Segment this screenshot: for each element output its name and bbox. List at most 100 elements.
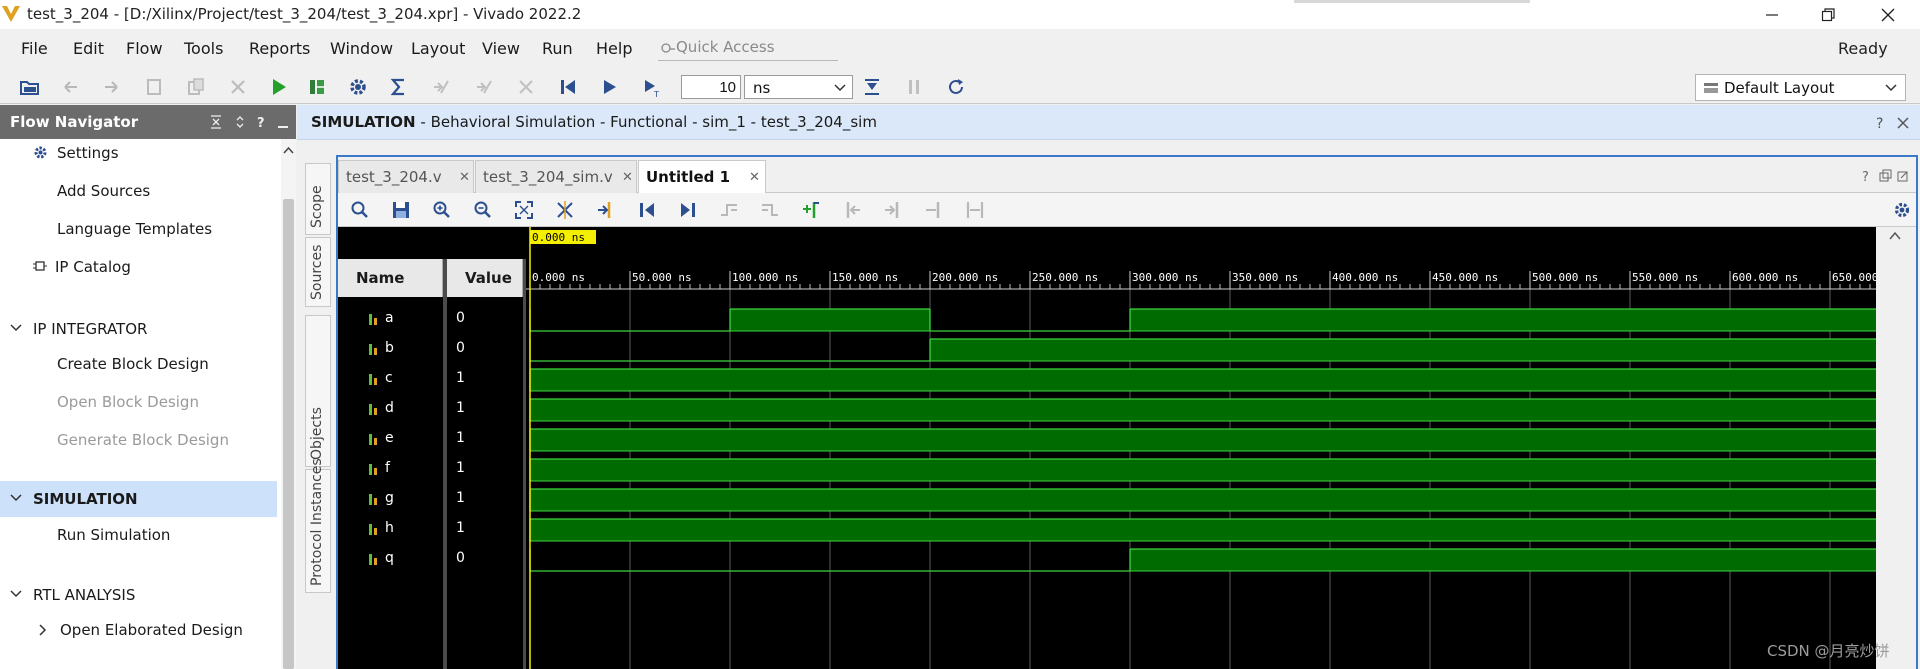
undo-button[interactable] (58, 75, 82, 99)
menu-help[interactable]: Help (596, 39, 632, 58)
zoom-out-button[interactable] (472, 199, 494, 221)
minimize-button[interactable] (1746, 0, 1798, 29)
open-project-button[interactable] (18, 75, 42, 99)
nav-section-ip-integrator[interactable]: IP INTEGRATOR (0, 320, 270, 342)
menu-edit[interactable]: Edit (73, 39, 104, 58)
swap-cursors-button[interactable] (923, 199, 945, 221)
restore-button[interactable] (1802, 0, 1854, 29)
signal-row[interactable]: g1 (338, 485, 523, 515)
signal-row[interactable]: e1 (338, 425, 523, 455)
waveform-plot[interactable]: 0.000 ns 0.000 ns 50.000 ns 100.000 ns 150.0… (526, 227, 1916, 669)
scroll-up-icon[interactable] (283, 146, 294, 154)
window-controls-icons[interactable]: ? (1860, 169, 1910, 185)
menu-layout[interactable]: Layout (411, 39, 465, 58)
nav-open-elaborated-design[interactable]: Open Elaborated Design (60, 621, 243, 639)
restart-simulation-button[interactable] (556, 75, 580, 99)
copy-button[interactable] (142, 75, 166, 99)
disabled-tool-button-3[interactable] (514, 75, 538, 99)
menu-reports[interactable]: Reports (249, 39, 310, 58)
expand-all-icon[interactable] (234, 115, 246, 129)
time-tick-label: 100.000 ns (732, 271, 798, 284)
quick-access-search[interactable]: Quick Access (658, 37, 838, 61)
generate-bitstream-button[interactable] (305, 75, 329, 99)
menu-flow[interactable]: Flow (126, 39, 163, 58)
run-for-time-button[interactable]: T (640, 75, 664, 99)
help-icon[interactable]: ? (256, 115, 268, 129)
signal-row[interactable]: a0 (338, 305, 523, 335)
signal-row[interactable]: q0 (338, 545, 523, 575)
next-transition-button[interactable] (759, 199, 781, 221)
previous-marker-button[interactable] (841, 199, 863, 221)
relaunch-button[interactable] (944, 75, 968, 99)
run-button[interactable] (266, 75, 290, 99)
scrollbar-thumb[interactable] (283, 199, 294, 669)
tab-close-icon[interactable]: ✕ (622, 170, 633, 185)
nav-run-simulation[interactable]: Run Simulation (57, 526, 170, 544)
value-column-header[interactable]: Value (447, 259, 523, 297)
menu-view[interactable]: View (482, 39, 520, 58)
time-tick-label: 150.000 ns (832, 271, 898, 284)
nav-create-block-design[interactable]: Create Block Design (57, 355, 209, 373)
previous-transition-button[interactable] (718, 199, 740, 221)
zoom-in-button[interactable] (431, 199, 453, 221)
disabled-tool-button-1[interactable] (429, 75, 453, 99)
flow-navigator-scrollbar[interactable] (281, 139, 296, 669)
collapse-all-icon[interactable] (210, 115, 222, 129)
signal-row[interactable]: b0 (338, 335, 523, 365)
snap-to-transition-button[interactable] (964, 199, 986, 221)
paste-button[interactable] (184, 75, 208, 99)
waveform-settings-button[interactable] (1891, 199, 1913, 221)
menu-tools[interactable]: Tools (184, 39, 223, 58)
side-tab-scope[interactable]: Scope (305, 163, 331, 235)
signal-row[interactable]: d1 (338, 395, 523, 425)
run-time-input[interactable] (681, 75, 741, 99)
tab-test-3-204-sim-v[interactable]: test_3_204_sim.v ✕ (475, 160, 637, 193)
nav-ip-catalog[interactable]: IP Catalog (55, 258, 131, 276)
layout-select[interactable]: Default Layout (1695, 74, 1906, 101)
tab-close-icon[interactable]: ✕ (459, 170, 470, 185)
report-sum-button[interactable] (387, 75, 411, 99)
time-unit-select[interactable]: ns (744, 75, 853, 99)
run-all-button[interactable] (597, 75, 621, 99)
wave-save-button[interactable] (390, 199, 412, 221)
signal-name: f (385, 460, 390, 476)
minimize-panel-icon[interactable] (277, 115, 289, 129)
side-tab-protocol-instances[interactable]: Protocol Instances (305, 458, 331, 593)
tab-close-icon[interactable]: ✕ (749, 170, 760, 185)
side-tab-sources[interactable]: Sources (305, 237, 331, 307)
go-to-start-button[interactable] (636, 199, 658, 221)
signal-row[interactable]: f1 (338, 455, 523, 485)
tab-untitled-1[interactable]: Untitled 1 ✕ (638, 160, 766, 193)
nav-add-sources[interactable]: Add Sources (57, 182, 150, 200)
nav-section-rtl-analysis[interactable]: RTL ANALYSIS (0, 586, 270, 608)
step-button[interactable] (860, 75, 884, 99)
nav-section-simulation[interactable]: SIMULATION (0, 490, 270, 512)
chevron-right-icon[interactable] (39, 624, 47, 636)
menu-file[interactable]: File (21, 39, 48, 58)
side-tab-objects[interactable]: Objects (305, 315, 331, 467)
go-to-time-zero-button[interactable] (595, 199, 617, 221)
settings-button[interactable] (346, 75, 370, 99)
signal-row[interactable]: c1 (338, 365, 523, 395)
break-button[interactable] (902, 75, 926, 99)
go-to-end-button[interactable] (677, 199, 699, 221)
help-icon[interactable]: ? (1875, 116, 1887, 130)
close-icon[interactable] (1897, 117, 1909, 129)
signal-row[interactable]: h1 (338, 515, 523, 545)
close-window-button[interactable] (1862, 0, 1914, 29)
zoom-to-cursor-button[interactable] (554, 199, 576, 221)
nav-language-templates[interactable]: Language Templates (57, 220, 212, 238)
refresh-icon (949, 79, 963, 94)
zoom-fit-button[interactable] (513, 199, 535, 221)
redo-button[interactable] (100, 75, 124, 99)
next-marker-button[interactable] (882, 199, 904, 221)
menu-run[interactable]: Run (542, 39, 573, 58)
tab-test-3-204-v[interactable]: test_3_204.v ✕ (338, 160, 474, 193)
nav-settings[interactable]: Settings (57, 144, 119, 162)
name-column-header[interactable]: Name (338, 259, 443, 297)
menu-window[interactable]: Window (330, 39, 393, 58)
delete-button[interactable] (226, 75, 250, 99)
disabled-tool-button-2[interactable] (472, 75, 496, 99)
add-marker-button[interactable] (800, 199, 822, 221)
wave-search-button[interactable] (349, 199, 371, 221)
